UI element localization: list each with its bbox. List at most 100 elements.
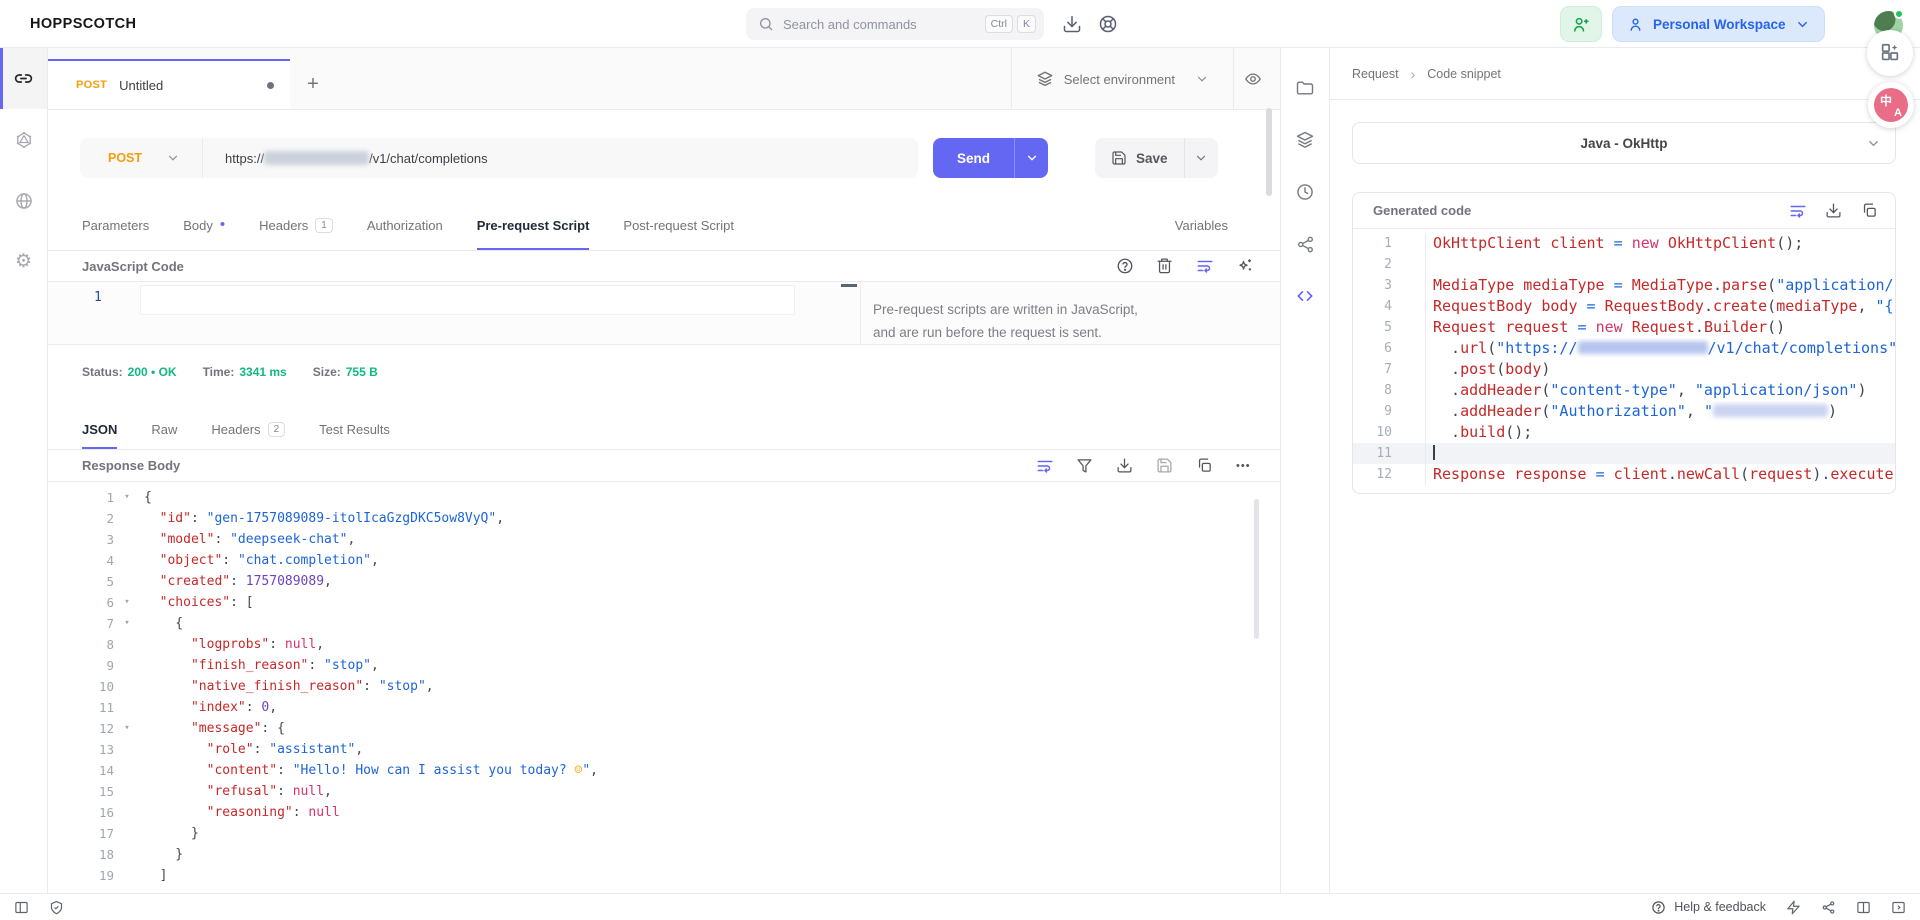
tab-test-results[interactable]: Test Results [319, 409, 390, 449]
fold-arrow-icon[interactable]: ▾ [114, 487, 140, 508]
wrap-lines-icon[interactable] [1196, 257, 1214, 275]
translate-extension-icon[interactable]: 中 A [1868, 82, 1914, 128]
tab-raw[interactable]: Raw [151, 409, 177, 449]
code-line: 11 [1353, 443, 1895, 464]
tab-untitled-request[interactable]: POST Untitled [48, 59, 290, 109]
sidebar-item-share[interactable] [1281, 218, 1329, 270]
editor-current-line[interactable] [140, 285, 795, 315]
save-options-chevron[interactable] [1184, 138, 1218, 178]
generated-code-header: Generated code [1353, 193, 1895, 229]
tab-variables[interactable]: Variables [1175, 218, 1228, 233]
tab-response-headers[interactable]: Headers2 [211, 409, 285, 449]
toggle-left-panel-icon[interactable] [1856, 900, 1871, 915]
tab-headers[interactable]: Headers1 [259, 200, 333, 250]
wrap-lines-icon[interactable] [1789, 202, 1807, 220]
fold-arrow-icon[interactable]: ▾ [114, 613, 140, 634]
chevron-down-icon[interactable] [166, 151, 180, 165]
save-button[interactable]: Save [1095, 138, 1184, 178]
fold-arrow-icon[interactable]: ▾ [114, 592, 140, 613]
sidebar-item-collections[interactable] [1281, 62, 1329, 114]
environment-zone: Select environment [1011, 48, 1280, 110]
code-line: 3MediaType mediaType = MediaType.parse("… [1353, 275, 1895, 296]
download-icon[interactable] [1116, 457, 1134, 475]
section-title: Generated code [1373, 203, 1789, 218]
support-lifebuoy-icon[interactable] [1098, 14, 1118, 34]
breadcrumb-request[interactable]: Request [1352, 67, 1399, 81]
more-options-ellipsis-icon[interactable]: ••• [1236, 457, 1254, 475]
online-status-dot [1894, 9, 1904, 19]
generate-script-wand-icon[interactable] [1236, 257, 1254, 275]
sidebar-item-environments[interactable] [1281, 114, 1329, 166]
browser-extension-icon[interactable] [1867, 30, 1913, 76]
code-line: 14 "content": "Hello! How can I assist y… [58, 760, 1280, 781]
tab-authorization[interactable]: Authorization [367, 200, 443, 250]
prerequest-hint: Pre-request scripts are written in JavaS… [873, 298, 1138, 344]
line-number: 8 [1353, 380, 1426, 401]
copy-icon[interactable] [1196, 457, 1214, 475]
sidebar-item-rest[interactable] [0, 48, 47, 109]
editor-minimap [841, 284, 857, 287]
filter-icon[interactable] [1076, 457, 1094, 475]
line-number: 5 [58, 571, 114, 592]
line-number: 6 [58, 592, 114, 613]
prerequest-script-editor[interactable]: 1 Pre-request scripts are written in Jav… [48, 282, 1280, 345]
download-icon[interactable] [1825, 202, 1843, 220]
environment-quick-peek-eye-icon[interactable] [1244, 70, 1262, 88]
chevron-down-icon [1195, 72, 1209, 86]
sidebar-item-graphql[interactable] [0, 109, 47, 170]
divider [202, 138, 203, 178]
main-scrollbar[interactable] [1266, 108, 1272, 196]
shortcuts-zap-icon[interactable] [1786, 900, 1801, 915]
generated-code-viewer[interactable]: 1OkHttpClient client = new OkHttpClient(… [1353, 229, 1895, 493]
search-placeholder: Search and commands [783, 17, 981, 32]
send-button-group: Send [933, 138, 1048, 178]
tab-json[interactable]: JSON [82, 409, 117, 449]
tab-parameters[interactable]: Parameters [82, 200, 149, 250]
url-field[interactable]: POST https:///v1/chat/completions [80, 138, 918, 178]
code-text: { [140, 487, 152, 508]
line-number: 4 [58, 550, 114, 571]
main-panel: POST Untitled + Select environment [48, 48, 1280, 893]
method-select[interactable]: POST [108, 151, 142, 165]
code-line: 7▾ { [58, 613, 1280, 634]
sidebar-item-history[interactable] [1281, 166, 1329, 218]
tab-post-request-script[interactable]: Post-request Script [623, 200, 734, 250]
toggle-right-panel-icon[interactable] [1891, 900, 1906, 915]
copy-icon[interactable] [1861, 202, 1879, 220]
help-feedback-button[interactable]: Help & feedback [1651, 900, 1766, 915]
line-number: 16 [58, 802, 114, 823]
environment-selector[interactable]: Select environment [1036, 70, 1209, 88]
send-button[interactable]: Send [933, 138, 1014, 178]
fold-arrow-icon[interactable]: ▾ [114, 718, 140, 739]
code-text: "content": "Hello! How can I assist you … [140, 760, 598, 781]
code-text: { [140, 613, 183, 634]
clear-trash-icon[interactable] [1156, 257, 1174, 275]
send-options-chevron[interactable] [1014, 138, 1048, 178]
language-select[interactable]: Java - OkHttp [1352, 122, 1896, 164]
search-input[interactable]: Search and commands Ctrl K [746, 8, 1044, 40]
workspace-selector-button[interactable]: Personal Workspace [1612, 6, 1825, 42]
tab-body[interactable]: Body• [183, 200, 225, 250]
sidebar-item-settings[interactable]: ⚙ [0, 231, 47, 292]
interceptor-shield-icon[interactable] [49, 900, 64, 915]
save-response-icon[interactable] [1156, 457, 1174, 475]
install-download-icon[interactable] [1062, 14, 1082, 34]
toggle-sidebar-icon[interactable] [14, 900, 29, 915]
code-text: .build(); [1426, 422, 1532, 443]
response-body-viewer[interactable]: 1▾{2 "id": "gen-1757089089-itolIcaGzgDKC… [48, 482, 1280, 887]
response-toolbar: ••• [1036, 457, 1254, 475]
url-input[interactable]: https:///v1/chat/completions [225, 151, 488, 166]
invite-user-button[interactable] [1560, 6, 1602, 42]
help-icon[interactable] [1116, 257, 1134, 275]
response-scrollbar[interactable] [1254, 499, 1259, 639]
wrap-lines-icon[interactable] [1036, 457, 1054, 475]
new-tab-button[interactable]: + [290, 59, 336, 109]
kbd-k: K [1017, 15, 1036, 33]
tab-pre-request-script[interactable]: Pre-request Script [477, 200, 590, 250]
sidebar-item-realtime[interactable] [0, 170, 47, 231]
share-icon[interactable] [1821, 900, 1836, 915]
tab-method: POST [76, 79, 107, 91]
app-logo[interactable]: HOPPSCOTCH [30, 16, 136, 32]
sidebar-item-code-snippet[interactable] [1281, 270, 1329, 322]
code-text: "logprobs": null, [140, 634, 324, 655]
